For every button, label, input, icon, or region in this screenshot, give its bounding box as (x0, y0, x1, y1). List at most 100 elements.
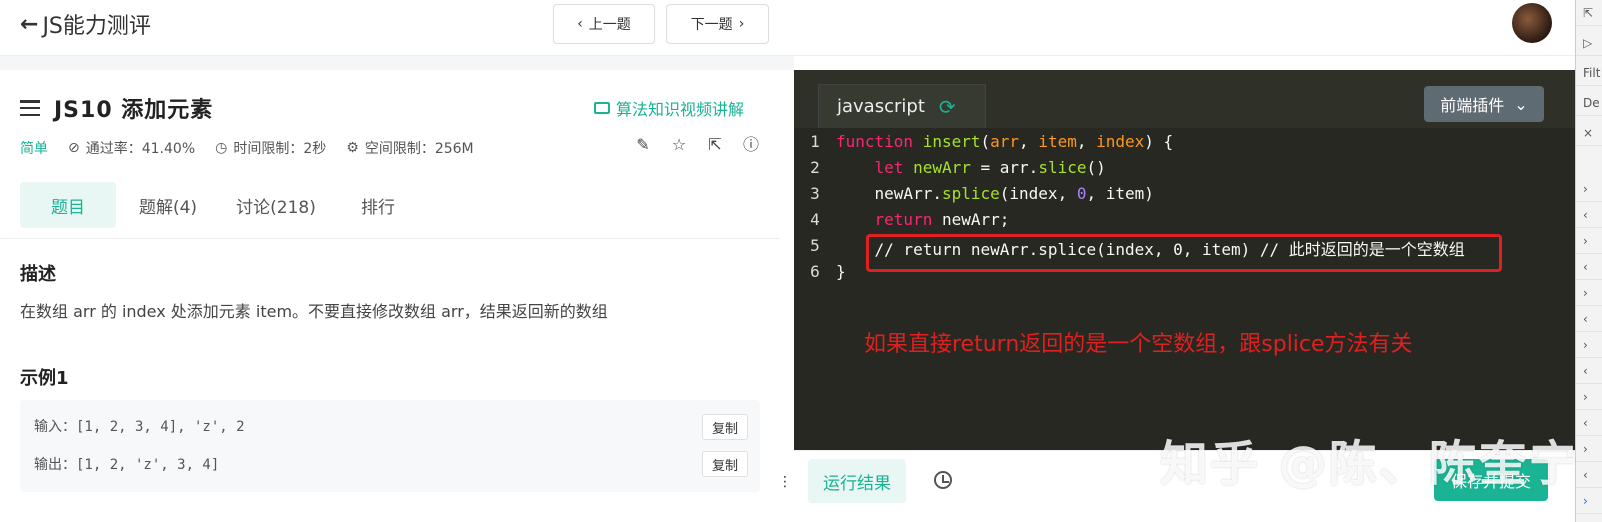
devtools-play-icon[interactable]: ▷ (1576, 30, 1602, 56)
problem-tabs: 题目 题解(4) 讨论(218) 排行 (20, 182, 424, 228)
line-number: 4 (810, 210, 820, 229)
example-input: 输入：[1, 2, 3, 4], 'z', 2 (34, 416, 245, 436)
tab-ranking[interactable]: 排行 (332, 182, 424, 228)
line-number: 3 (810, 184, 820, 203)
star-icon[interactable]: ☆ (670, 136, 688, 154)
space-limit: ⚙ 空间限制：256M (346, 138, 473, 158)
devtools-collapse-icon[interactable]: ‹ (1576, 410, 1602, 436)
time-limit: ◷ 时间限制：2秒 (215, 138, 326, 158)
chevron-down-icon: ⌄ (1514, 94, 1528, 114)
input-label: 输入： (34, 419, 76, 435)
run-result-tab[interactable]: 运行结果 (808, 459, 906, 503)
chevron-left-icon: ‹ (577, 16, 583, 32)
code-text: return newArr; (874, 210, 1010, 229)
line-number: 6 (810, 262, 820, 281)
output-label: 输出： (34, 457, 76, 473)
line-number: 5 (810, 236, 820, 255)
left-panel-gap (0, 56, 794, 70)
devtools-filter[interactable]: Filt (1576, 60, 1602, 86)
video-explanation-link[interactable]: 算法知识视频讲解 (594, 96, 744, 120)
space-limit-text: 空间限制：256M (364, 141, 474, 157)
language-tab[interactable]: javascript ⟳ (818, 84, 986, 128)
devtools-cursor-icon[interactable]: ⇱ (1576, 0, 1602, 26)
devtools-expand-icon[interactable]: › (1576, 436, 1602, 462)
next-question-button[interactable]: 下一题 › (666, 4, 769, 44)
example-output: 输出：[1, 2, 'z', 3, 4] (34, 454, 219, 474)
devtools-collapse-icon[interactable]: ‹ (1576, 202, 1602, 228)
back-link[interactable]: ← JS能力测评 (20, 8, 151, 40)
devtools-expand-icon[interactable]: › (1576, 228, 1602, 254)
problem-title-row: JS10 添加元素 (20, 92, 213, 124)
language-label: javascript (837, 96, 925, 117)
problem-meta: 简单 ⊘ 通过率：41.40% ◷ 时间限制：2秒 ⚙ 空间限制：256M (20, 138, 474, 158)
time-limit-text: 时间限制：2秒 (233, 141, 327, 157)
clock-icon: ◷ (215, 140, 228, 156)
copy-input-button[interactable]: 复制 (702, 414, 748, 440)
description-heading: 描述 (20, 264, 56, 285)
copy-output-button[interactable]: 复制 (702, 451, 748, 477)
plugin-label: 前端插件 (1440, 96, 1505, 115)
code-text: newArr.splice(index, 0, item) (836, 184, 1154, 203)
code-line: 4 return newArr; (794, 210, 1575, 236)
chip-icon: ⚙ (346, 140, 359, 156)
problem-panel: JS10 添加元素 算法知识视频讲解 简单 ⊘ 通过率：41.40% ◷ 时间限制：… (0, 70, 780, 522)
history-clock-icon[interactable] (934, 471, 952, 489)
resize-handle[interactable]: ⋮ (778, 475, 792, 502)
highlight-box (866, 234, 1502, 272)
avatar[interactable] (1512, 3, 1552, 43)
example-heading: 示例1 (20, 368, 69, 389)
code-text: } (836, 262, 846, 281)
devtools-default[interactable]: De (1576, 90, 1602, 116)
description-text: 在数组 arr 的 index 处添加元素 item。不要直接修改数组 arr，… (20, 302, 608, 321)
video-icon (594, 102, 610, 114)
devtools-expand-icon[interactable]: › (1576, 384, 1602, 410)
editor-header: javascript ⟳ 前端插件 ⌄ (794, 70, 1575, 128)
devtools-panel: ⇱ ▷ Filt De × › ‹ › ‹ › ‹ › ‹ › ‹ › ‹ › (1575, 0, 1602, 522)
problem-title: JS10 添加元素 (54, 98, 214, 123)
code-line: 2 let newArr = arr.slice() (794, 158, 1575, 184)
pass-rate-text: 通过率：41.40% (85, 141, 196, 157)
devtools-collapse-icon[interactable]: ‹ (1576, 462, 1602, 488)
watermark: 知乎 @陈、陈奎宁 (1160, 436, 1579, 492)
tab-discussion[interactable]: 讨论(218) (220, 182, 332, 228)
code-text: function insert(arr, item, index) { (836, 132, 1174, 151)
refresh-icon[interactable]: ⟳ (939, 95, 956, 119)
devtools-collapse-icon[interactable]: ‹ (1576, 254, 1602, 280)
edit-icon[interactable]: ✎ (634, 136, 652, 154)
code-text: let newArr = arr.slice() (874, 158, 1106, 177)
pass-rate: ⊘ 通过率：41.40% (68, 138, 195, 158)
devtools-expand-icon[interactable]: › (1576, 280, 1602, 306)
code-line: 3 newArr.splice(index, 0, item) (794, 184, 1575, 210)
devtools-expand-icon[interactable]: › (1576, 176, 1602, 202)
input-value: [1, 2, 3, 4], 'z', 2 (76, 419, 245, 435)
share-icon[interactable]: ⇱ (706, 136, 724, 154)
devtools-collapse-icon[interactable]: ‹ (1576, 306, 1602, 332)
video-link-label: 算法知识视频讲解 (616, 100, 745, 119)
top-bar: ← JS能力测评 ‹ 上一题 下一题 › (0, 0, 1575, 56)
prev-label: 上一题 (588, 17, 631, 33)
report-icon[interactable]: ⓘ (742, 136, 760, 154)
devtools-close-icon[interactable]: × (1576, 120, 1602, 146)
tab-divider (0, 238, 780, 239)
annotation-text: 如果直接return返回的是一个空数组，跟splice方法有关 (864, 332, 1413, 357)
tab-problem[interactable]: 题目 (20, 182, 116, 228)
difficulty-badge: 简单 (20, 141, 48, 157)
example-box: 输入：[1, 2, 3, 4], 'z', 2 复制 输出：[1, 2, 'z'… (20, 400, 760, 492)
check-circle-icon: ⊘ (68, 140, 80, 156)
devtools-collapse-icon[interactable]: ‹ (1576, 358, 1602, 384)
arrow-left-icon: ← (20, 11, 39, 37)
output-value: [1, 2, 'z', 3, 4] (76, 457, 220, 473)
code-line: 1 function insert(arr, item, index) { (794, 132, 1575, 158)
back-label: JS能力测评 (42, 14, 151, 39)
frontend-plugin-dropdown[interactable]: 前端插件 ⌄ (1424, 86, 1544, 122)
tab-solutions[interactable]: 题解(4) (116, 182, 220, 228)
problem-tools: ✎ ☆ ⇱ ⓘ (634, 136, 760, 154)
list-icon[interactable] (20, 100, 40, 116)
devtools-expand-icon[interactable]: › (1576, 332, 1602, 358)
next-label: 下一题 (690, 17, 733, 33)
line-number: 1 (810, 132, 820, 151)
chevron-right-icon: › (738, 16, 745, 32)
line-number: 2 (810, 158, 820, 177)
prev-question-button[interactable]: ‹ 上一题 (553, 4, 655, 44)
devtools-console-prompt-icon[interactable]: › (1576, 488, 1602, 514)
